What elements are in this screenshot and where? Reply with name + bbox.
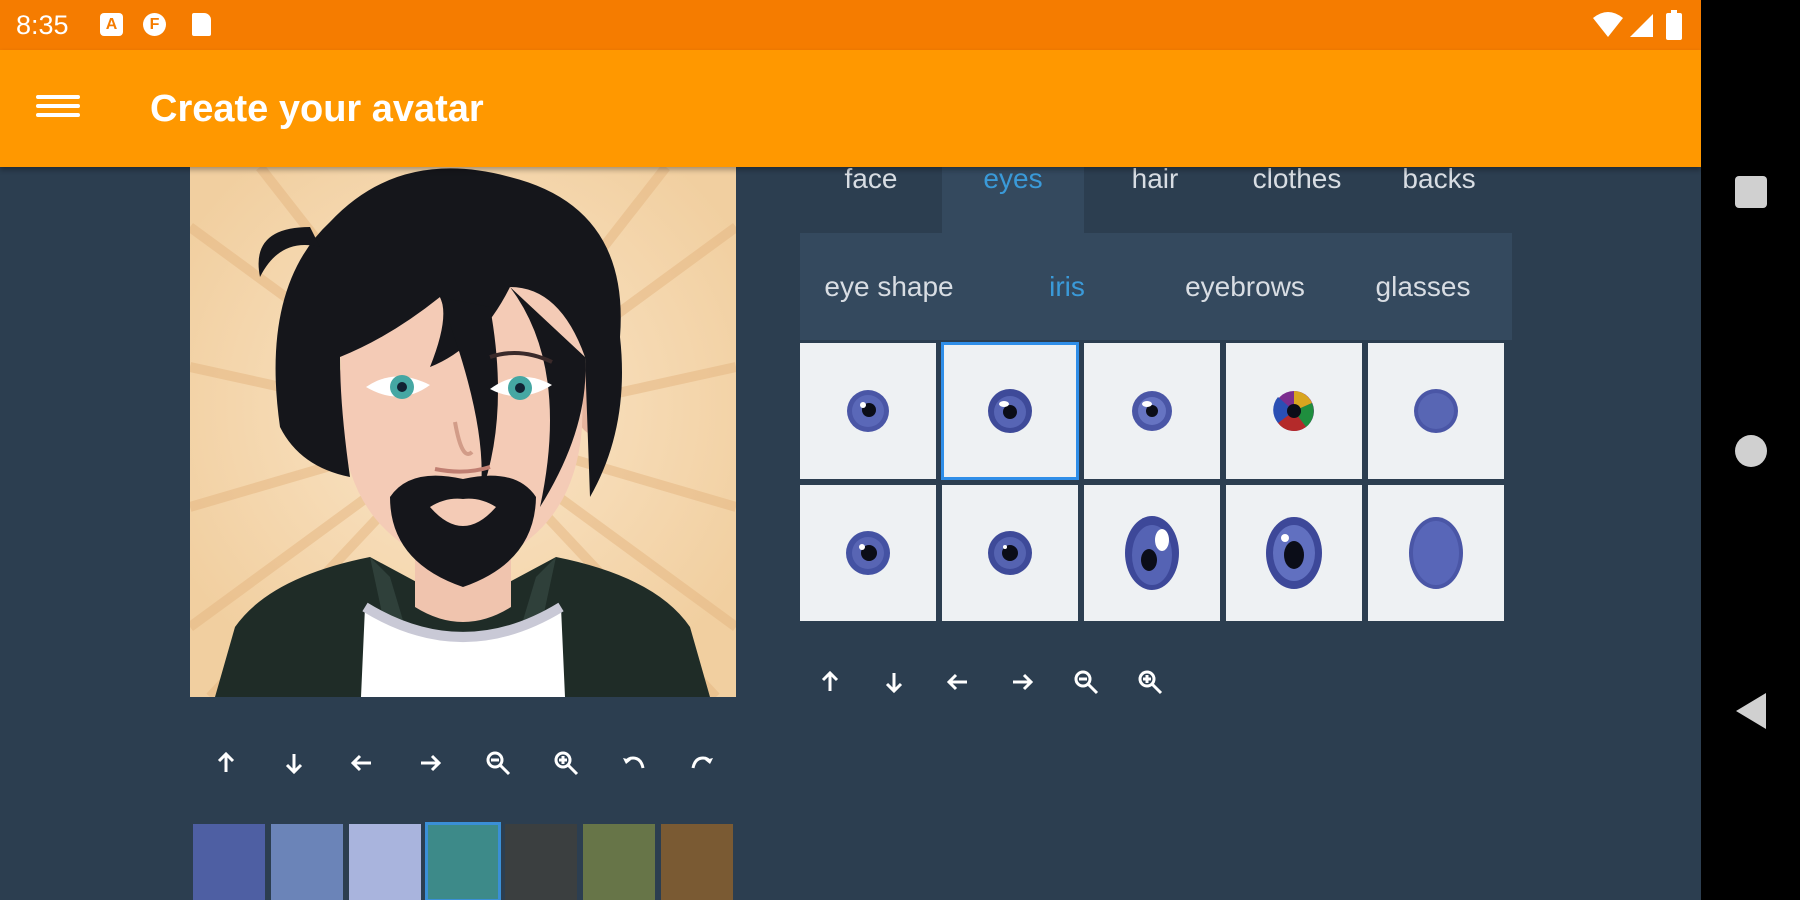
iris-toolbar <box>798 662 1182 702</box>
iris-icon <box>1414 389 1458 433</box>
rotate-right-icon[interactable] <box>668 743 736 783</box>
color-swatch[interactable] <box>349 824 421 900</box>
color-swatch[interactable] <box>271 824 343 900</box>
zoom-in-icon[interactable] <box>532 743 600 783</box>
color-swatch[interactable] <box>583 824 655 900</box>
iris-option[interactable] <box>800 343 936 479</box>
iris-option[interactable] <box>1084 343 1220 479</box>
subtab-glasses[interactable]: glasses <box>1334 271 1512 303</box>
status-bar: 8:35 A F <box>0 0 1701 50</box>
arrow-up-icon[interactable] <box>798 662 862 702</box>
app-screen: 8:35 A F Create your avatar face eyes ha… <box>0 0 1701 900</box>
wifi-icon <box>1593 12 1623 37</box>
arrow-right-icon[interactable] <box>990 662 1054 702</box>
sd-card-icon <box>192 13 211 36</box>
arrow-right-icon[interactable] <box>396 743 464 783</box>
iris-icon <box>1409 517 1463 589</box>
f-icon: F <box>143 13 166 36</box>
arrow-left-icon[interactable] <box>328 743 396 783</box>
iris-option[interactable] <box>800 485 936 621</box>
rotate-left-icon[interactable] <box>600 743 668 783</box>
sub-tabs: eye shape iris eyebrows glasses <box>800 233 1512 340</box>
subtab-iris[interactable]: iris <box>978 271 1156 303</box>
preview-toolbar <box>192 743 736 783</box>
arrow-down-icon[interactable] <box>862 662 926 702</box>
tab-clothes[interactable]: clothes <box>1226 165 1368 233</box>
app-bar: Create your avatar <box>0 50 1701 167</box>
tab-face[interactable]: face <box>800 165 942 233</box>
zoom-out-icon[interactable] <box>1054 662 1118 702</box>
tab-eyes[interactable]: eyes <box>942 165 1084 233</box>
tab-backs[interactable]: backs <box>1368 165 1510 233</box>
hamburger-menu-icon[interactable] <box>36 90 80 126</box>
iris-icon <box>1266 517 1322 589</box>
back-icon[interactable] <box>1734 692 1768 735</box>
zoom-out-icon[interactable] <box>464 743 532 783</box>
tab-hair[interactable]: hair <box>1084 165 1226 233</box>
color-swatch[interactable] <box>193 824 265 900</box>
iris-icon <box>846 531 890 575</box>
recents-icon[interactable] <box>1734 175 1768 214</box>
home-icon[interactable] <box>1734 434 1768 473</box>
a-icon: A <box>100 13 123 36</box>
iris-option[interactable] <box>1226 343 1362 479</box>
iris-icon <box>1132 391 1172 431</box>
signal-icon <box>1630 14 1653 37</box>
iris-option[interactable] <box>1084 485 1220 621</box>
arrow-up-icon[interactable] <box>192 743 260 783</box>
system-nav-bar <box>1701 0 1800 900</box>
arrow-down-icon[interactable] <box>260 743 328 783</box>
page-title: Create your avatar <box>150 88 484 130</box>
iris-option[interactable] <box>941 342 1079 480</box>
color-swatch[interactable] <box>505 824 577 900</box>
color-swatch[interactable] <box>425 822 501 900</box>
subtab-eye-shape[interactable]: eye shape <box>800 271 978 303</box>
iris-option[interactable] <box>1226 485 1362 621</box>
iris-icon <box>1273 391 1314 431</box>
category-tabs: face eyes hair clothes backs <box>800 165 1512 233</box>
status-time: 8:35 <box>16 10 69 40</box>
avatar-preview <box>190 167 736 697</box>
iris-option[interactable] <box>1368 343 1504 479</box>
iris-icon <box>847 390 889 432</box>
battery-icon <box>1666 10 1682 40</box>
iris-option[interactable] <box>1368 485 1504 621</box>
color-swatches <box>193 822 739 900</box>
subtab-eyebrows[interactable]: eyebrows <box>1156 271 1334 303</box>
iris-icon <box>1125 516 1179 590</box>
iris-option[interactable] <box>942 485 1078 621</box>
iris-options-grid <box>800 342 1512 621</box>
color-swatch[interactable] <box>661 824 733 900</box>
avatar-image <box>190 167 736 697</box>
iris-icon <box>988 389 1032 433</box>
arrow-left-icon[interactable] <box>926 662 990 702</box>
zoom-in-icon[interactable] <box>1118 662 1182 702</box>
iris-icon <box>988 531 1032 575</box>
